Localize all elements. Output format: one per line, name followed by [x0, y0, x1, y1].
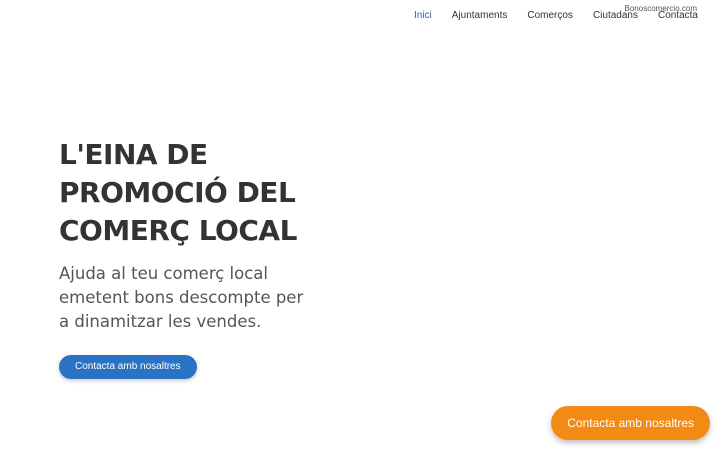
nav-item-inici[interactable]: Inici — [404, 10, 442, 22]
page: Bonoscomercio.com Inici Ajuntaments Come… — [0, 0, 720, 450]
nav-item-ajuntaments[interactable]: Ajuntaments — [442, 10, 518, 22]
floating-contact-button[interactable]: Contacta amb nosaltres — [551, 406, 710, 440]
main-nav: Inici Ajuntaments Comerços Ciutadans Con… — [404, 10, 698, 22]
nav-item-comercos[interactable]: Comerços — [517, 10, 583, 22]
hero-title: L'EINA DE PROMOCIÓ DEL COMERÇ LOCAL — [59, 138, 297, 247]
hero-section: L'EINA DE PROMOCIÓ DEL COMERÇ LOCAL Ajud… — [59, 136, 379, 379]
contact-button[interactable]: Contacta amb nosaltres — [59, 355, 197, 379]
nav-item-contacta[interactable]: Contacta — [648, 10, 698, 22]
hero-subtitle: Ajuda al teu comerç local emetent bons d… — [59, 264, 304, 331]
nav-item-ciutadans[interactable]: Ciutadans — [583, 10, 648, 22]
